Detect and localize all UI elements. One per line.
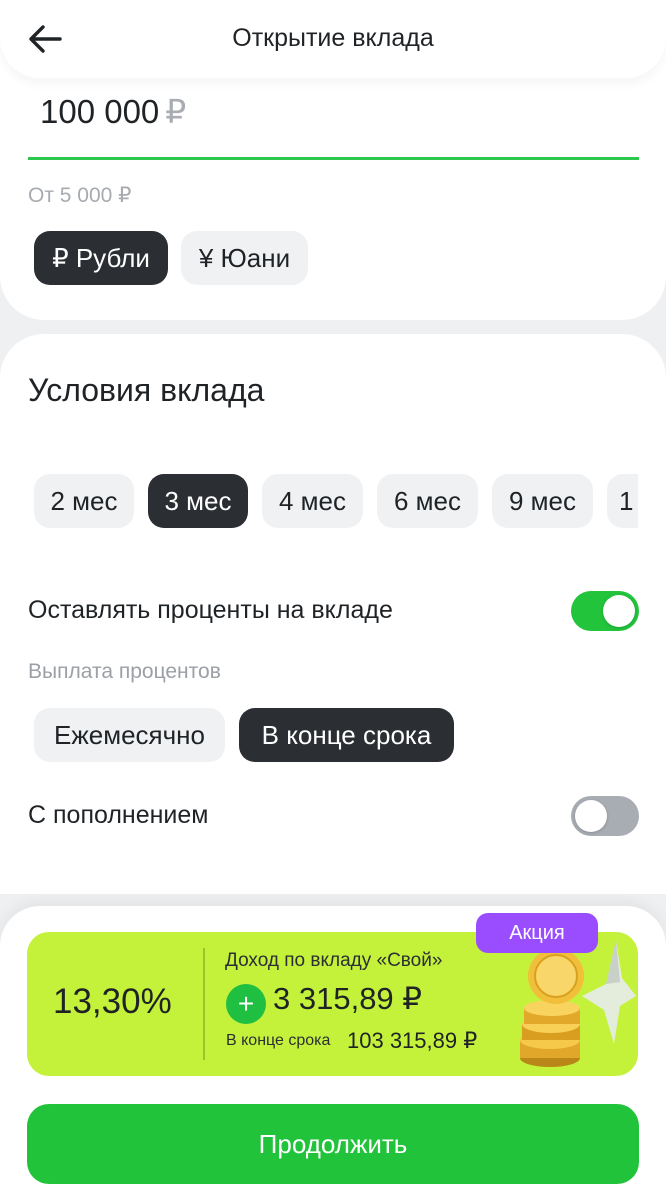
- promo-card[interactable]: 13,30% Доход по вкладу «Свой» + 3 315,89…: [27, 932, 638, 1076]
- currency-chip-cny[interactable]: ¥ Юани: [181, 231, 308, 285]
- total-value: 103 315,89 ₽: [347, 1028, 478, 1053]
- conditions-title: Условия вклада: [28, 372, 265, 408]
- term-chip-3[interactable]: 3 мес: [148, 474, 248, 528]
- coins-stack-icon: [520, 940, 636, 1067]
- keep-interest-toggle[interactable]: [571, 591, 639, 631]
- promo-divider: [203, 948, 205, 1060]
- replenishment-label: С пополнением: [28, 801, 209, 829]
- amount-value: 100 000: [40, 93, 160, 130]
- currency-chip-rub[interactable]: ₽ Рубли: [34, 231, 168, 285]
- amount-underline: [28, 157, 639, 160]
- amount-hint: От 5 000 ₽: [28, 184, 132, 207]
- amount-currency-sign: ₽: [165, 93, 187, 130]
- page-title: Открытие вклада: [232, 24, 434, 52]
- income-label: Доход по вкладу «Свой»: [225, 950, 443, 971]
- toggle-knob: [575, 800, 607, 832]
- replenishment-toggle[interactable]: [571, 796, 639, 836]
- term-chip-9[interactable]: 9 мес: [492, 474, 593, 528]
- term-selector: 2 мес 3 мес 4 мес 6 мес 9 мес 1: [0, 474, 638, 530]
- amount-input[interactable]: 100 000 ₽: [40, 92, 186, 131]
- payout-chip-end-of-term[interactable]: В конце срока: [239, 708, 454, 762]
- term-chip-2[interactable]: 2 мес: [34, 474, 134, 528]
- payout-label: Выплата процентов: [28, 660, 221, 683]
- interest-rate: 13,30%: [53, 982, 172, 1021]
- term-chip-12[interactable]: 1: [607, 474, 638, 528]
- income-value: 3 315,89 ₽: [273, 981, 423, 1016]
- plus-icon: +: [226, 984, 266, 1024]
- promo-badge: Акция: [476, 913, 598, 953]
- keep-interest-label: Оставлять проценты на вкладе: [28, 596, 393, 624]
- continue-button[interactable]: Продолжить: [27, 1104, 639, 1184]
- term-chip-4[interactable]: 4 мес: [262, 474, 363, 528]
- toggle-knob: [603, 595, 635, 627]
- total-label: В конце срока: [226, 1032, 331, 1049]
- top-bar: Открытие вклада: [0, 0, 666, 78]
- payout-chip-monthly[interactable]: Ежемесячно: [34, 708, 225, 762]
- term-chip-6[interactable]: 6 мес: [377, 474, 478, 528]
